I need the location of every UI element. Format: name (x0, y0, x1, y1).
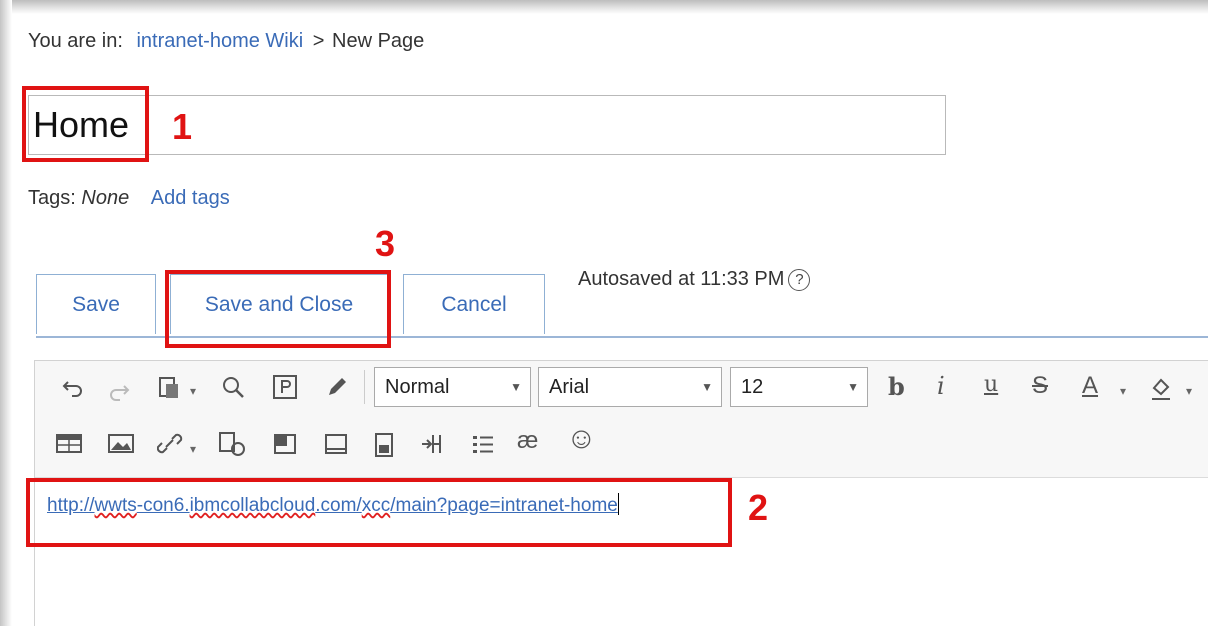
form-icon[interactable] (372, 432, 396, 458)
chevron-down-icon: ▼ (847, 380, 859, 394)
chevron-down-icon: ▼ (510, 380, 522, 394)
undo-icon[interactable] (60, 374, 86, 400)
breadcrumb-link-wiki[interactable]: intranet-home Wiki (136, 30, 303, 52)
save-button[interactable]: Save (36, 274, 156, 334)
toolbar-separator (364, 370, 365, 404)
breadcrumb-separator: > (312, 30, 325, 52)
highlight-color-icon[interactable] (1148, 374, 1174, 402)
add-tags-link[interactable]: Add tags (151, 187, 230, 209)
link-icon[interactable] (157, 430, 183, 458)
emoji-icon[interactable]: ☺ (566, 424, 597, 454)
window-frame-top (0, 0, 1208, 14)
highlight-dropdown-caret[interactable]: ▾ (1186, 384, 1192, 398)
font-color-dropdown-caret[interactable]: ▾ (1120, 384, 1126, 398)
paste-icon[interactable] (157, 374, 181, 402)
paragraph-icon[interactable] (272, 374, 298, 400)
find-icon[interactable] (220, 374, 248, 402)
strikethrough-button[interactable]: S (1032, 372, 1048, 400)
table-icon[interactable] (55, 432, 83, 456)
list-icon[interactable] (470, 432, 496, 456)
annotation-box-1 (22, 86, 149, 162)
chevron-down-icon: ▼ (701, 380, 713, 394)
font-color-button[interactable]: A (1082, 372, 1098, 400)
image-icon[interactable] (107, 432, 135, 456)
split-icon[interactable] (418, 432, 446, 456)
page-title-input[interactable] (28, 95, 946, 155)
annotation-box-2 (26, 478, 732, 547)
tags-value: None (81, 187, 130, 209)
font-select[interactable]: Arial ▼ (538, 367, 722, 407)
window-frame-left (0, 0, 12, 626)
annotation-number-2: 2 (748, 487, 769, 528)
edit-icon[interactable] (324, 374, 350, 400)
cancel-button[interactable]: Cancel (403, 274, 545, 334)
autosave-text: Autosaved at 11:33 PM (578, 268, 785, 290)
breadcrumb: You are in: intranet-home Wiki > New Pag… (28, 30, 424, 53)
frame-icon[interactable] (323, 432, 349, 456)
annotation-number-3: 3 (375, 223, 396, 264)
italic-button[interactable]: i (937, 372, 945, 400)
paste-dropdown-caret[interactable]: ▾ (190, 384, 196, 398)
font-size-select[interactable]: 12 ▼ (730, 367, 868, 407)
font-size-select-value: 12 (741, 375, 764, 398)
autosave-status: Autosaved at 11:33 PM ? (578, 268, 811, 291)
tags-row: Tags: None Add tags (28, 187, 230, 210)
style-select[interactable]: Normal ▼ (374, 367, 531, 407)
special-paste-icon[interactable] (217, 430, 247, 458)
tags-label: Tags: (28, 187, 76, 209)
breadcrumb-prefix: You are in: (28, 30, 123, 52)
annotation-box-3 (165, 270, 391, 348)
bold-button[interactable]: b (888, 372, 905, 401)
underline-button[interactable]: u (984, 372, 998, 397)
redo-icon[interactable] (106, 378, 132, 404)
link-dropdown-caret[interactable]: ▾ (190, 442, 196, 456)
font-select-value: Arial (549, 375, 590, 398)
style-select-value: Normal (385, 375, 450, 398)
block-icon[interactable] (272, 432, 298, 456)
ligature-icon[interactable]: æ (517, 428, 538, 454)
annotation-number-1: 1 (172, 106, 193, 147)
help-icon[interactable]: ? (788, 268, 811, 291)
breadcrumb-current: New Page (332, 30, 425, 52)
